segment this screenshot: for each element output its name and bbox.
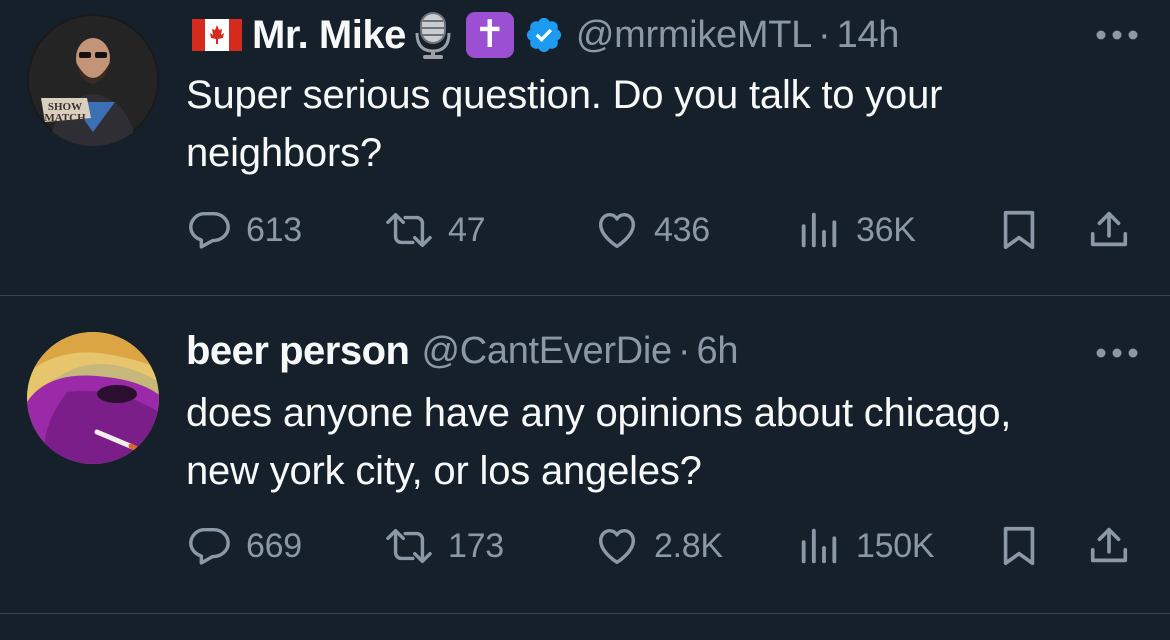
views-count: 150K bbox=[856, 526, 935, 565]
user-handle[interactable]: @mrmikeMTL bbox=[576, 14, 812, 57]
tweet-header: beer person @CantEverDie · 6h bbox=[186, 326, 739, 376]
bookmark-icon bbox=[1003, 526, 1035, 566]
separator-dot: · bbox=[677, 329, 691, 372]
retweet-count: 47 bbox=[448, 210, 486, 249]
retweet-button[interactable]: 173 bbox=[384, 516, 504, 576]
heart-icon bbox=[598, 528, 636, 565]
heart-icon bbox=[598, 212, 636, 249]
views-count: 36K bbox=[856, 210, 916, 249]
more-options-icon[interactable] bbox=[1094, 28, 1140, 42]
tweet-text: does anyone have any opinions about chic… bbox=[186, 391, 1012, 493]
reply-button[interactable]: 669 bbox=[186, 516, 302, 576]
user-handle[interactable]: @CantEverDie bbox=[421, 330, 672, 373]
display-name[interactable]: Mr. Mike bbox=[252, 13, 406, 58]
tweet-text: Super serious question. Do you talk to y… bbox=[186, 73, 943, 175]
share-icon bbox=[1090, 527, 1128, 563]
bookmark-button[interactable] bbox=[996, 200, 1042, 260]
retweet-count: 173 bbox=[448, 526, 504, 565]
tweet[interactable]: beer person @CantEverDie · 6h does anyon… bbox=[0, 296, 1170, 614]
bookmark-icon bbox=[1003, 210, 1035, 250]
reply-count: 613 bbox=[246, 210, 302, 249]
like-count: 436 bbox=[654, 210, 710, 249]
like-count: 2.8K bbox=[654, 526, 723, 565]
microphone-icon bbox=[415, 12, 451, 59]
timeline-feed: SHOW MATCH Mr. Mike ✝ @mrmikeMTL · 14h S… bbox=[0, 0, 1170, 640]
reply-count: 669 bbox=[246, 526, 302, 565]
avatar[interactable]: SHOW MATCH bbox=[27, 14, 159, 146]
latin-cross-icon: ✝ bbox=[465, 12, 514, 58]
reply-button[interactable]: 613 bbox=[186, 200, 302, 260]
share-button[interactable] bbox=[1086, 516, 1132, 576]
retweet-icon bbox=[386, 528, 432, 564]
timestamp[interactable]: 6h bbox=[697, 330, 739, 373]
share-button[interactable] bbox=[1086, 200, 1132, 260]
retweet-icon bbox=[386, 212, 432, 248]
timestamp[interactable]: 14h bbox=[837, 14, 900, 57]
display-name[interactable]: beer person bbox=[186, 329, 410, 374]
tweet[interactable]: SHOW MATCH Mr. Mike ✝ @mrmikeMTL · 14h S… bbox=[0, 0, 1170, 296]
separator-dot: · bbox=[817, 13, 831, 56]
avatar[interactable] bbox=[27, 332, 159, 464]
views-button[interactable]: 36K bbox=[796, 200, 916, 260]
canada-flag-icon bbox=[192, 19, 242, 51]
more-options-icon[interactable] bbox=[1094, 346, 1140, 360]
reply-icon bbox=[189, 527, 230, 565]
retweet-button[interactable]: 47 bbox=[384, 200, 486, 260]
views-chart-icon bbox=[801, 212, 837, 248]
reply-icon bbox=[189, 211, 230, 249]
verified-badge-icon[interactable] bbox=[524, 15, 564, 55]
like-button[interactable]: 436 bbox=[594, 200, 710, 260]
bookmark-button[interactable] bbox=[996, 516, 1042, 576]
like-button[interactable]: 2.8K bbox=[594, 516, 723, 576]
views-button[interactable]: 150K bbox=[796, 516, 935, 576]
avatar-logo: SHOW MATCH bbox=[44, 101, 86, 124]
tweet-actions: 669 173 2.8K 150K bbox=[186, 516, 1146, 576]
tweet-actions: 613 47 436 36K bbox=[186, 200, 1146, 260]
views-chart-icon bbox=[801, 528, 837, 564]
share-icon bbox=[1090, 211, 1128, 247]
tweet-header: Mr. Mike ✝ @mrmikeMTL · 14h bbox=[186, 10, 899, 60]
